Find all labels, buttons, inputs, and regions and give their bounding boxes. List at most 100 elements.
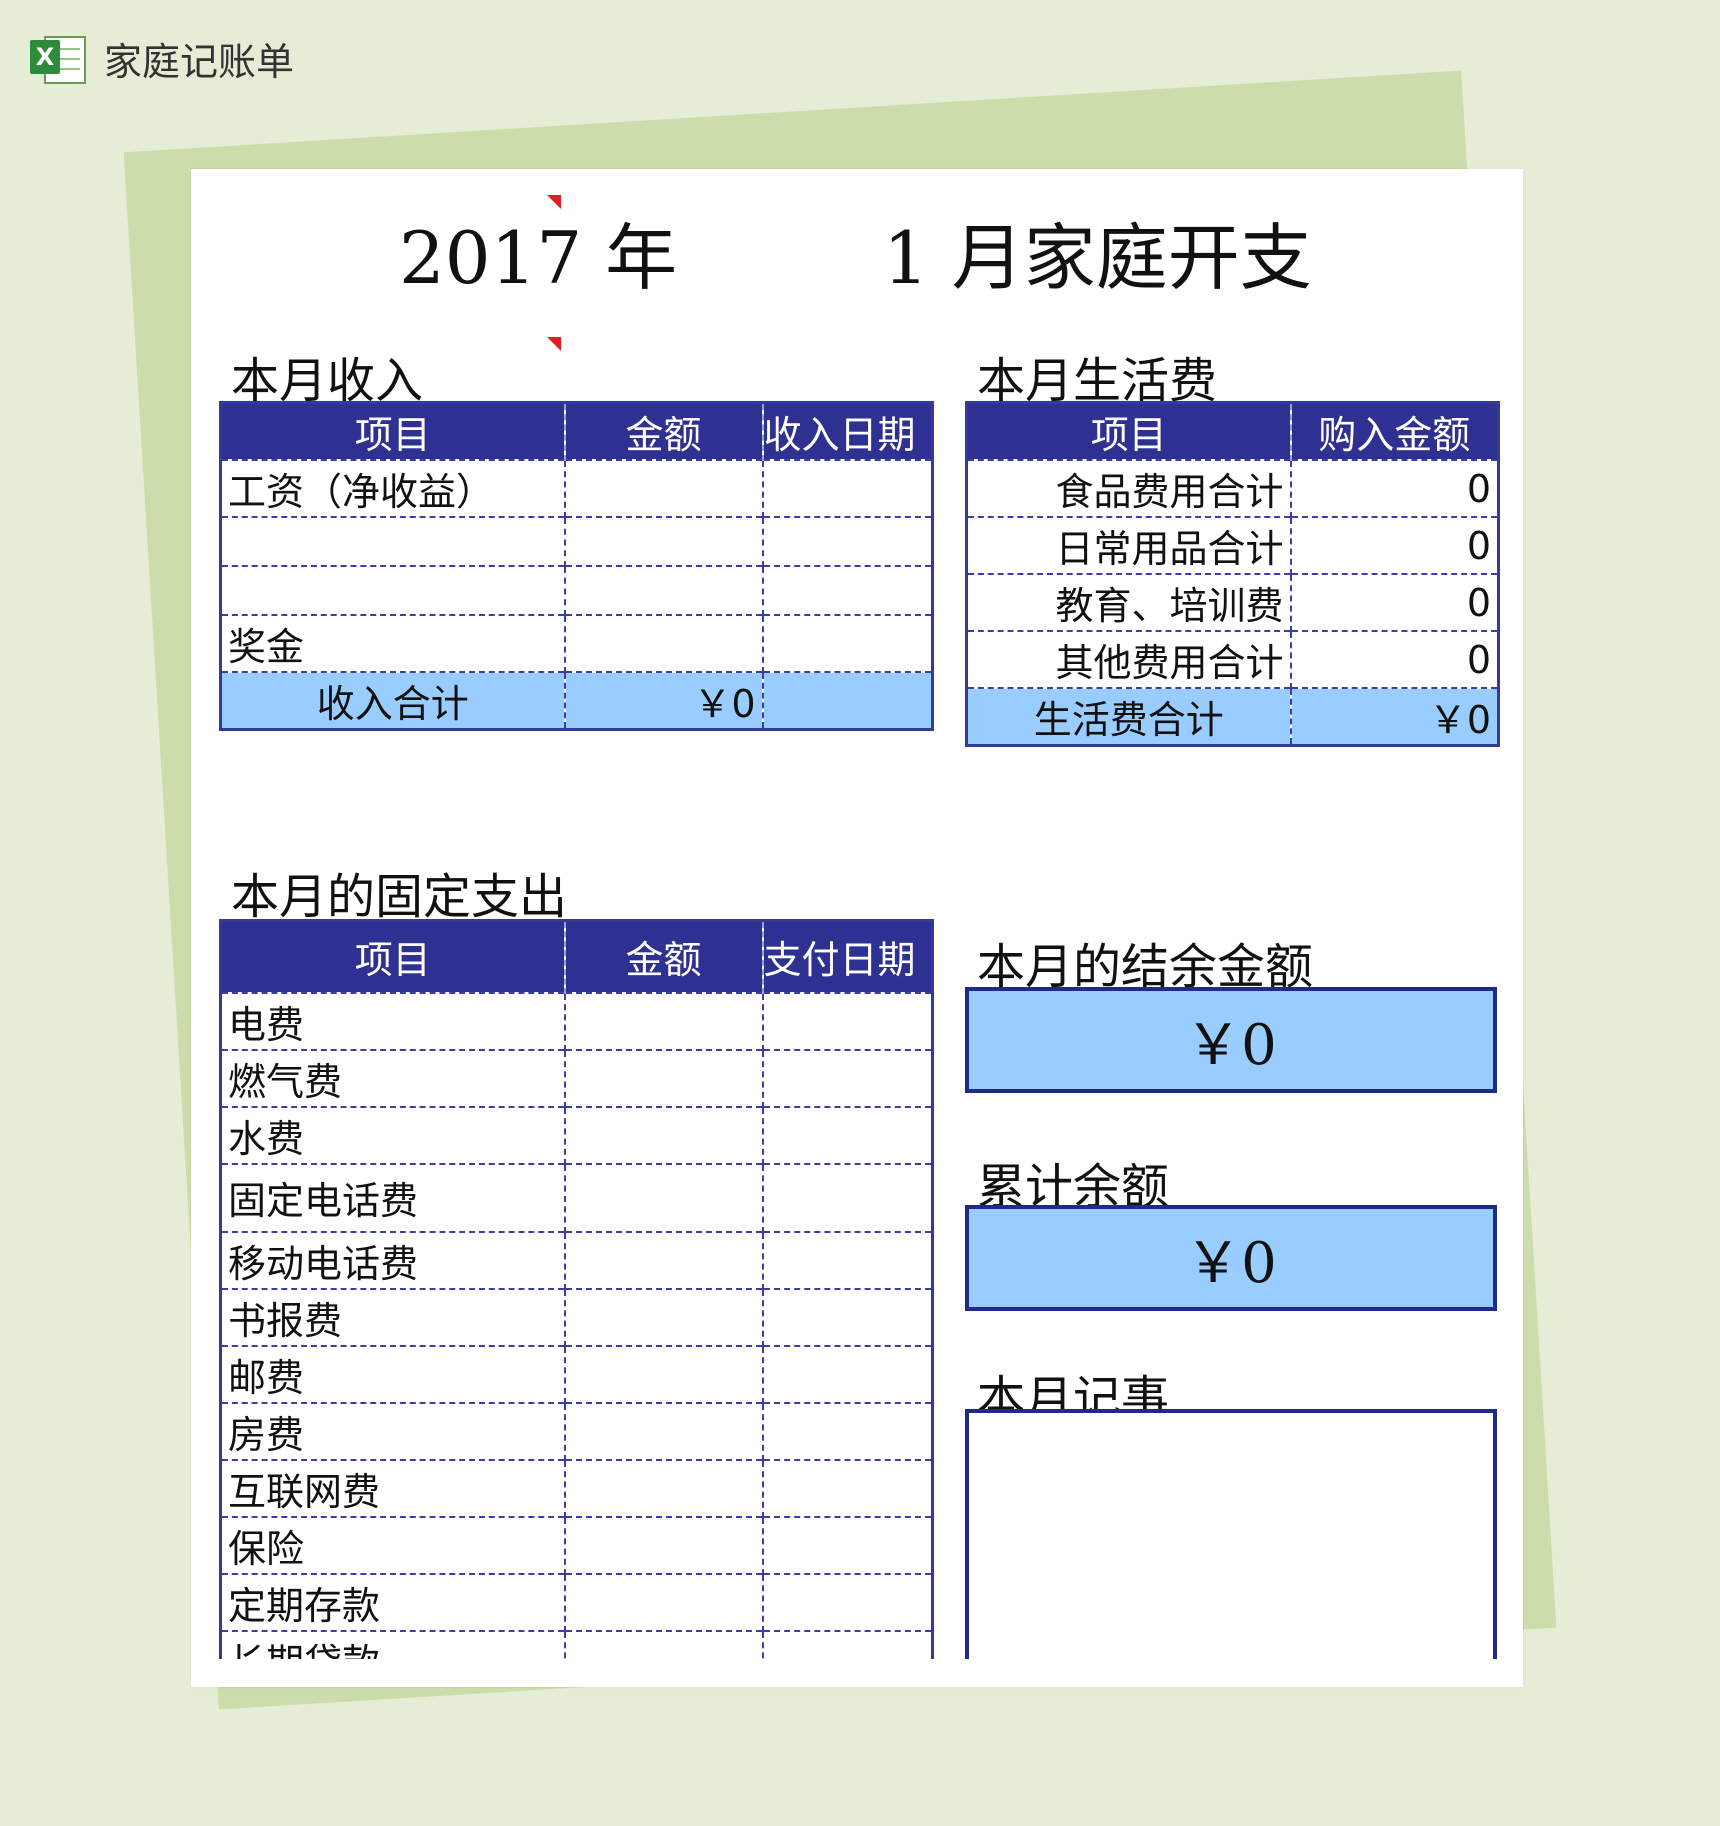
cell-amount[interactable]: 0 [1289,573,1499,631]
cell-date[interactable] [761,516,933,566]
cell-date[interactable] [761,565,933,615]
cell-date[interactable] [761,459,933,517]
cell-amount[interactable] [563,516,763,566]
cell-date[interactable] [761,1515,933,1574]
living-table: 项目 购入金额 食品费用合计 0 日常用品合计 0 教育、培训费 0 其他费用合… [965,401,1500,747]
total-value: ￥0 [1289,687,1499,746]
table-row: 移动电话费 [220,1230,933,1289]
table-row: 电费 [220,991,933,1050]
table-row: 定期存款 [220,1572,933,1631]
table-row: 工资（净收益） [220,459,933,517]
col-header: 购入金额 [1289,402,1499,460]
balance-value: ￥0 [965,987,1497,1093]
table-row: 邮费 [220,1344,933,1403]
notes-area[interactable] [965,1409,1497,1659]
total-label: 收入合计 [220,671,565,730]
cell-item[interactable]: 燃气费 [220,1048,565,1107]
col-header: 项目 [220,920,565,993]
col-header: 收入日期 [761,402,933,460]
cell-amount[interactable] [563,459,763,517]
cell-date[interactable] [761,1572,933,1631]
app-title: 家庭记账单 [104,39,295,84]
income-table: 项目 金额 收入日期 工资（净收益） 奖金 收入合计 ￥0 [219,401,934,731]
cell-item[interactable]: 固定电话费 [220,1162,565,1232]
cell-item[interactable]: 保险 [220,1515,565,1574]
title-month: 1 月家庭开支 [883,216,1312,300]
cell-amount[interactable]: 0 [1289,630,1499,688]
table-row: 日常用品合计 0 [966,516,1499,574]
table-header-row: 项目 购入金额 [966,402,1499,460]
cell-date[interactable] [761,1401,933,1460]
cell-amount[interactable] [563,1572,763,1631]
table-row: 食品费用合计 0 [966,459,1499,517]
table-header-row: 项目 金额 支付日期 [220,920,933,993]
cell-amount[interactable] [563,1162,763,1232]
cell-item[interactable]: 互联网费 [220,1458,565,1517]
cell-item[interactable]: 定期存款 [220,1572,565,1631]
table-row [220,565,933,615]
col-header: 项目 [966,402,1291,460]
cell-item[interactable]: 书报费 [220,1287,565,1346]
cell-amount[interactable] [563,614,763,672]
table-row: 燃气费 [220,1048,933,1107]
cell-item[interactable]: 工资（净收益） [220,459,565,517]
table-row: 其他费用合计 0 [966,630,1499,688]
cell-date[interactable] [761,1105,933,1164]
excel-icon: X [30,32,86,84]
cell-amount[interactable] [563,1515,763,1574]
cell-date[interactable] [761,1458,933,1517]
cell-item[interactable] [220,565,565,615]
table-row: 奖金 [220,614,933,672]
table-row: 房费 [220,1401,933,1460]
cell-item[interactable] [220,516,565,566]
cell-item[interactable]: 电费 [220,991,565,1050]
cell-item[interactable]: 教育、培训费 [966,573,1291,631]
fixed-table: 项目 金额 支付日期 电费 燃气费 水费 固定电话费 移动电话费 书报费 邮费 房费 互联网费保… [219,919,934,1659]
table-row: 书报费 [220,1287,933,1346]
table-row: 水费 [220,1105,933,1164]
cell-amount[interactable] [563,991,763,1050]
cell-date[interactable] [761,1344,933,1403]
cell-date[interactable] [761,1287,933,1346]
cell-amount[interactable] [563,1230,763,1289]
total-value: ￥0 [563,671,763,730]
cell-amount[interactable] [563,1105,763,1164]
total-row: 收入合计 ￥0 [220,671,933,730]
cell-item[interactable]: 日常用品合计 [966,516,1291,574]
cell-date[interactable] [761,1048,933,1107]
cell-amount[interactable] [563,1287,763,1346]
comment-marker [547,195,561,209]
cell-amount[interactable] [563,565,763,615]
cell-item[interactable]: 食品费用合计 [966,459,1291,517]
table-row: 固定电话费 [220,1162,933,1232]
cell-amount[interactable] [563,1344,763,1403]
cell-amount[interactable] [563,1458,763,1517]
cell-item[interactable]: 移动电话费 [220,1230,565,1289]
cell-date[interactable] [761,991,933,1050]
cell-item[interactable]: 其他费用合计 [966,630,1291,688]
cell-amount[interactable]: 0 [1289,516,1499,574]
table-row: 长期贷款 [220,1629,933,1659]
cell-item[interactable]: 水费 [220,1105,565,1164]
cell-item[interactable]: 长期贷款 [220,1629,565,1659]
title-year: 2017 年 [399,216,678,300]
total-empty [761,671,933,730]
table-row: 保险 [220,1515,933,1574]
col-header: 金额 [563,402,763,460]
cell-date[interactable] [761,1230,933,1289]
cell-amount[interactable]: 0 [1289,459,1499,517]
cell-date[interactable] [761,1162,933,1232]
cell-item[interactable]: 奖金 [220,614,565,672]
cell-amount[interactable] [563,1401,763,1460]
cell-item[interactable]: 房费 [220,1401,565,1460]
cell-date[interactable] [761,1629,933,1659]
cell-item[interactable]: 邮费 [220,1344,565,1403]
spreadsheet-page: 2017 年 1 月家庭开支 本月收入 项目 金额 收入日期 工资（净收益） 奖… [191,169,1523,1687]
cell-amount[interactable] [563,1629,763,1659]
cumulative-value: ￥0 [965,1205,1497,1311]
cell-amount[interactable] [563,1048,763,1107]
app-header: X 家庭记账单 [30,30,294,86]
col-header: 支付日期 [761,920,933,993]
table-row: 教育、培训费 0 [966,573,1499,631]
cell-date[interactable] [761,614,933,672]
